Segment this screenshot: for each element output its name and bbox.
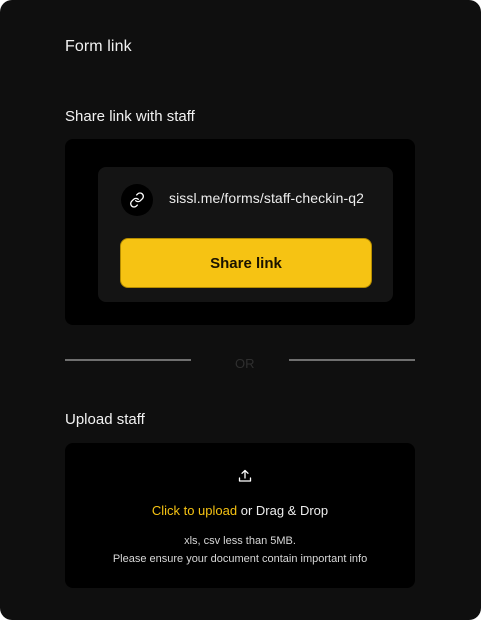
divider-left — [65, 359, 191, 361]
form-link-url[interactable]: sissl.me/forms/staff-checkin-q2 — [169, 190, 364, 206]
share-section-heading: Share link with staff — [65, 108, 195, 125]
page-title: Form link — [65, 38, 132, 55]
divider-or-label: OR — [235, 356, 255, 371]
upload-icon — [238, 469, 252, 483]
click-to-upload-link[interactable]: Click to upload — [152, 503, 237, 518]
upload-info-hint: Please ensure your document contain impo… — [112, 553, 368, 565]
upload-section-heading: Upload staff — [65, 411, 145, 428]
divider-right — [289, 359, 415, 361]
upload-prompt: Click to upload or Drag & Drop — [65, 503, 415, 518]
drag-drop-label: or Drag & Drop — [237, 503, 329, 518]
share-link-button[interactable]: Share link — [120, 238, 372, 288]
upload-format-hint: xls, csv less than 5MB. — [184, 535, 296, 547]
form-link-panel: Form link Share link with staff sissl.me… — [0, 0, 481, 620]
link-icon — [121, 184, 153, 216]
